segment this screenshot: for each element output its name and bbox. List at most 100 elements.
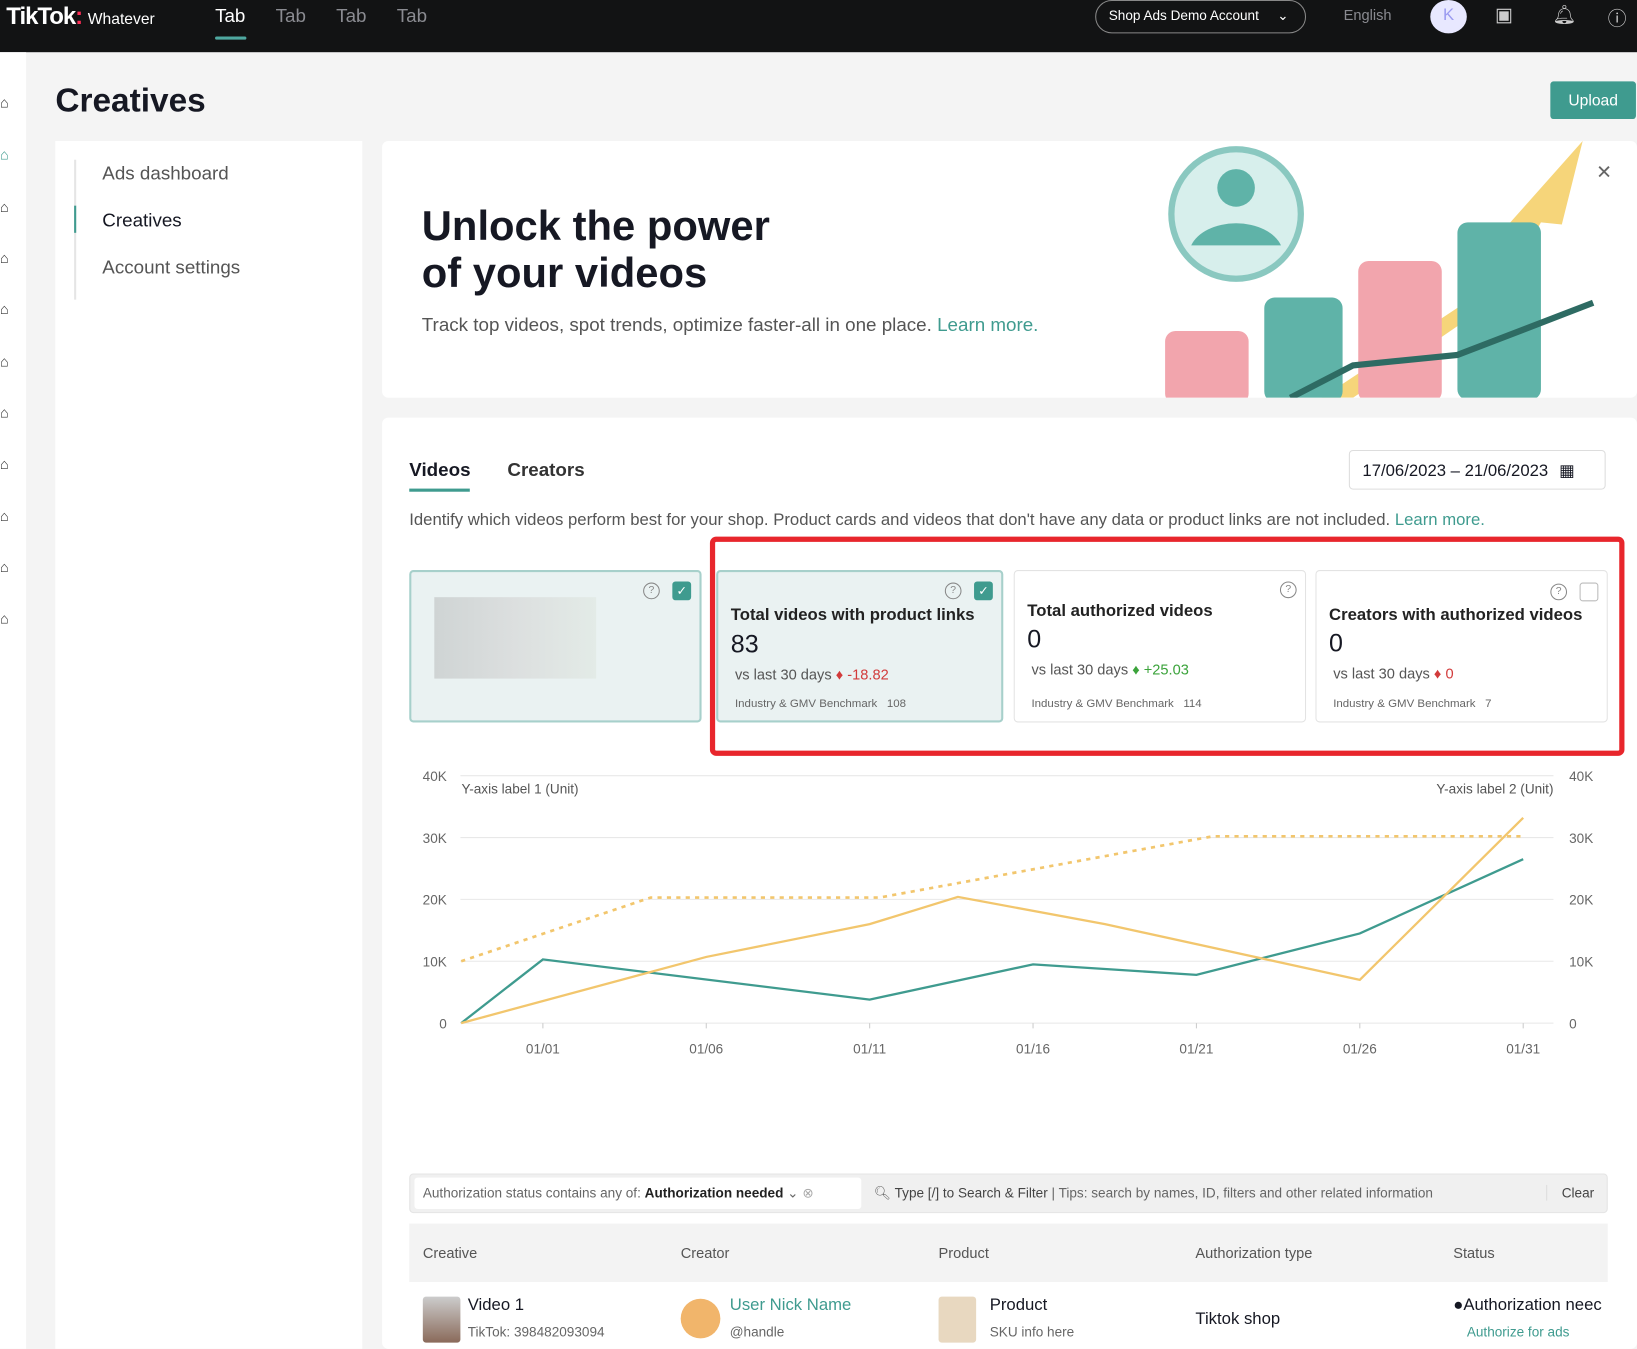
home-icon[interactable]: ⌂ bbox=[0, 94, 9, 111]
chevron-down-icon: ⌄ bbox=[787, 1184, 799, 1201]
column-header: Creative bbox=[422, 1244, 478, 1262]
series-line-teal bbox=[460, 858, 1524, 1025]
x-tick-label: 01/31 bbox=[1506, 1041, 1540, 1056]
home-icon[interactable]: ⌂ bbox=[0, 507, 9, 524]
y-tick-left: 10K bbox=[423, 954, 447, 969]
top-tab-3[interactable]: Tab bbox=[336, 5, 366, 27]
highlight-box bbox=[709, 536, 1625, 756]
nav-item-creatives[interactable]: Creatives bbox=[102, 210, 181, 232]
active-tab-indicator bbox=[215, 36, 247, 40]
y-tick-right: 10K bbox=[1569, 954, 1593, 969]
active-tab-indicator bbox=[409, 488, 470, 492]
card-checkbox[interactable]: ✓ bbox=[672, 581, 692, 601]
banner-illustration bbox=[1165, 140, 1595, 398]
chevron-down-icon: ⌄ bbox=[1277, 7, 1289, 23]
bell-icon[interactable]: 🔔︎ bbox=[1552, 4, 1576, 26]
panel-description: Identify which videos perform best for y… bbox=[409, 511, 1485, 530]
line-chart: Y-axis label 1 (Unit) Y-axis label 2 (Uni… bbox=[423, 769, 1594, 1056]
column-header: Authorization type bbox=[1195, 1244, 1313, 1262]
account-name: Shop Ads Demo Account bbox=[1108, 7, 1259, 23]
upload-button[interactable]: Upload bbox=[1550, 81, 1636, 120]
top-bar: TikTok: Whatever Tab Tab Tab Tab Shop Ad… bbox=[0, 0, 1637, 53]
video-title: Video 1 bbox=[467, 1296, 525, 1315]
creator-name-link[interactable]: User Nick Name bbox=[730, 1297, 852, 1316]
home-icon[interactable]: ⌂ bbox=[0, 301, 9, 318]
series-line-yellow bbox=[460, 816, 1525, 1025]
home-icon[interactable]: ⌂ bbox=[0, 455, 9, 472]
icon-rail: ⌂ ⌂ ⌂ ⌂ ⌂ ⌂ ⌂ ⌂ ⌂ ⌂ ⌂ bbox=[0, 52, 27, 1349]
authorize-for-ads-link[interactable]: Authorize for ads bbox=[1467, 1324, 1570, 1340]
creator-avatar bbox=[680, 1298, 721, 1339]
x-tick-label: 01/01 bbox=[526, 1041, 560, 1056]
filter-chip[interactable]: Authorization status contains any of: Au… bbox=[414, 1177, 862, 1209]
video-thumbnail[interactable] bbox=[422, 1296, 461, 1343]
blurred-placeholder bbox=[434, 597, 597, 679]
filter-bar: Authorization status contains any of: Au… bbox=[409, 1173, 1608, 1214]
banner-title: Unlock the power of your videos bbox=[421, 203, 770, 297]
y-tick-left: 30K bbox=[423, 831, 447, 846]
calendar-icon: ▦ bbox=[1559, 462, 1575, 481]
tab-videos[interactable]: Videos bbox=[409, 459, 470, 481]
y-tick-right: 40K bbox=[1569, 769, 1593, 784]
nav-item-account-settings[interactable]: Account settings bbox=[102, 257, 240, 279]
creator-handle: @handle bbox=[729, 1323, 785, 1340]
home-icon[interactable]: ⌂ bbox=[0, 559, 9, 576]
learn-more-link[interactable]: Learn more. bbox=[1395, 512, 1485, 530]
logo[interactable]: TikTok: Whatever bbox=[6, 2, 155, 30]
column-header: Status bbox=[1453, 1244, 1495, 1262]
product-sku: SKU info here bbox=[989, 1323, 1075, 1340]
home-icon[interactable]: ⌂ bbox=[0, 198, 9, 215]
side-nav: Ads dashboard Creatives Account settings bbox=[55, 140, 363, 1349]
column-header: Creator bbox=[680, 1244, 730, 1262]
clear-chip-icon[interactable]: ⊗ bbox=[802, 1185, 813, 1201]
authorization-type: Tiktok shop bbox=[1195, 1310, 1281, 1328]
clear-button[interactable]: Clear bbox=[1546, 1184, 1594, 1201]
y-tick-right: 30K bbox=[1569, 831, 1593, 846]
x-tick-label: 01/26 bbox=[1343, 1041, 1377, 1056]
page-title: Creatives bbox=[55, 81, 206, 120]
top-tab-2[interactable]: Tab bbox=[276, 5, 306, 27]
y-axis-label-right: Y-axis label 2 (Unit) bbox=[1436, 781, 1553, 796]
metric-card-placeholder[interactable]: ? ✓ bbox=[409, 570, 702, 723]
y-axis-label-left: Y-axis label 1 (Unit) bbox=[461, 781, 578, 796]
y-tick-right: 0 bbox=[1569, 1016, 1577, 1031]
close-icon[interactable]: ✕ bbox=[1596, 162, 1612, 184]
briefcase-icon[interactable]: ▣ bbox=[1495, 4, 1513, 26]
promo-banner: Unlock the power of your videos Track top… bbox=[382, 140, 1637, 398]
y-tick-left: 20K bbox=[423, 893, 447, 908]
banner-text: Track top videos, spot trends, optimize … bbox=[421, 314, 1039, 336]
series-line-yellow-dotted bbox=[460, 834, 1524, 963]
status-badge: ● Authorization neec bbox=[1453, 1296, 1602, 1315]
nav-selected-indicator bbox=[74, 205, 77, 233]
home-icon[interactable]: ⌂ bbox=[0, 610, 9, 627]
x-tick-label: 01/21 bbox=[1179, 1041, 1213, 1056]
table-row[interactable]: Video 1 TikTok: 398482093094 User Nick N… bbox=[409, 1284, 1608, 1349]
nav-item-ads-dashboard[interactable]: Ads dashboard bbox=[102, 163, 228, 185]
search-input[interactable]: 🔍︎ Type [/] to Search & Filter | Tips: s… bbox=[874, 1185, 1433, 1202]
account-selector[interactable]: Shop Ads Demo Account ⌄ bbox=[1095, 0, 1307, 34]
top-tab-1[interactable]: Tab bbox=[215, 5, 245, 27]
top-tab-4[interactable]: Tab bbox=[397, 5, 427, 27]
x-tick-label: 01/11 bbox=[853, 1041, 886, 1056]
y-tick-left: 0 bbox=[439, 1016, 447, 1031]
y-tick-right: 20K bbox=[1569, 893, 1593, 908]
column-header: Product bbox=[938, 1244, 989, 1262]
banner-learn-more-link[interactable]: Learn more. bbox=[937, 314, 1038, 335]
date-range-picker[interactable]: 17/06/2023 – 21/06/2023 ▦ bbox=[1348, 449, 1606, 490]
x-tick-label: 01/06 bbox=[689, 1041, 723, 1056]
table-header: Creative Creator Product Authorization t… bbox=[409, 1223, 1608, 1283]
language-selector[interactable]: English bbox=[1344, 6, 1392, 23]
y-tick-left: 40K bbox=[423, 769, 447, 784]
video-id: TikTok: 398482093094 bbox=[467, 1323, 605, 1340]
help-icon[interactable]: ? bbox=[643, 582, 660, 600]
tab-creators[interactable]: Creators bbox=[507, 459, 584, 481]
product-name: Product bbox=[989, 1296, 1048, 1315]
product-image bbox=[938, 1296, 977, 1343]
home-icon[interactable]: ⌂ bbox=[0, 146, 9, 163]
help-icon[interactable]: ⓘ bbox=[1608, 4, 1627, 31]
home-icon[interactable]: ⌂ bbox=[0, 250, 9, 267]
home-icon[interactable]: ⌂ bbox=[0, 404, 9, 421]
home-icon[interactable]: ⌂ bbox=[0, 353, 9, 370]
x-tick-label: 01/16 bbox=[1016, 1041, 1050, 1056]
avatar[interactable]: K bbox=[1430, 0, 1467, 34]
